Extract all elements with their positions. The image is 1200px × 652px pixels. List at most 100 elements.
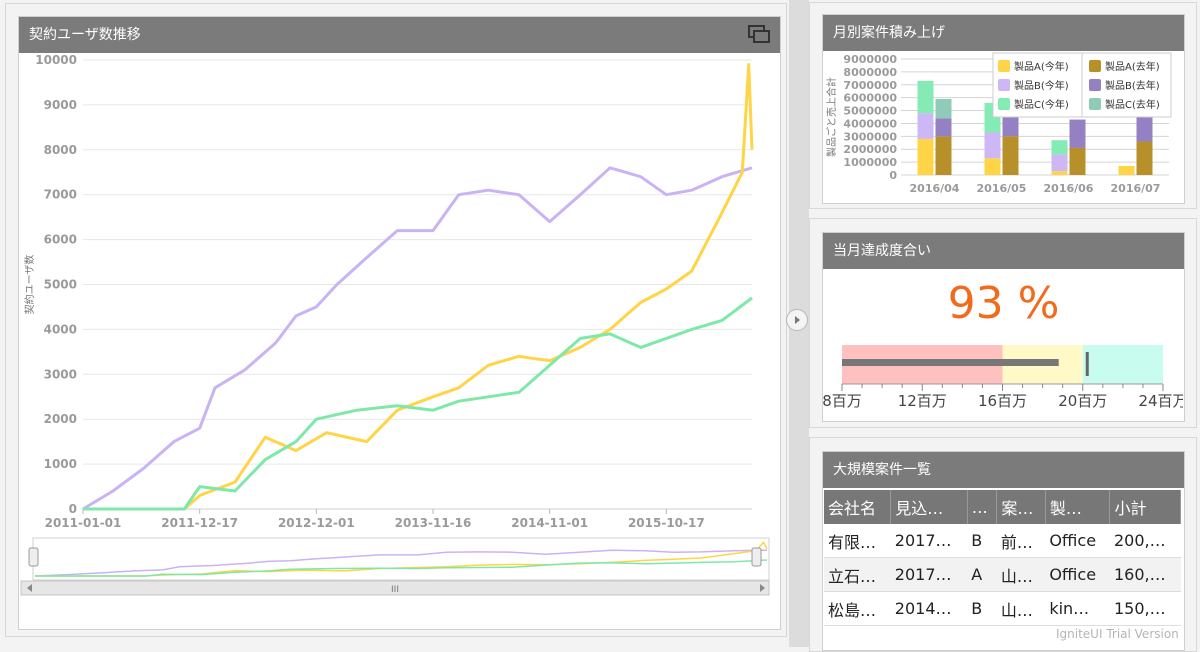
bar-panel-header: 月別案件積み上げ bbox=[823, 15, 1184, 51]
gauge-panel-title: 当月達成度合い bbox=[833, 243, 931, 259]
x-tick-label: 2011-01-01 bbox=[45, 516, 122, 530]
y-tick-label: 5000 bbox=[44, 278, 77, 292]
zoom-handle-left[interactable] bbox=[28, 547, 39, 567]
y-tick-label: 0 bbox=[889, 169, 897, 182]
x-tick-label: 2011-12-17 bbox=[161, 516, 238, 530]
legend-label: 製品C(去年) bbox=[1105, 98, 1160, 111]
legend-swatch bbox=[998, 79, 1010, 91]
table-cell: 山… bbox=[996, 557, 1046, 592]
zoom-handle-right[interactable] bbox=[751, 547, 762, 567]
bar-segment bbox=[917, 80, 934, 114]
y-tick-label: 10000 bbox=[35, 53, 77, 67]
y-tick-label: 4000000 bbox=[843, 117, 897, 130]
column-header[interactable]: 小計 bbox=[1109, 490, 1181, 524]
x-tick-label: 2016/05 bbox=[977, 182, 1027, 195]
bullet-target-marker bbox=[1085, 352, 1089, 376]
bar-segment bbox=[917, 113, 934, 139]
y-tick-label: 9000 bbox=[44, 98, 77, 112]
table-row[interactable]: 立石… 2017… A 山… Office 160,… bbox=[824, 557, 1181, 592]
y-tick-label: 3000000 bbox=[843, 130, 897, 143]
bar-segment bbox=[984, 158, 1001, 175]
bar-segment bbox=[935, 98, 952, 119]
grid-body: 有限… 2017… B 前… Office 200,… 立石… 2017… A 山… Office 1… bbox=[824, 524, 1181, 626]
table-row[interactable]: 松島… 2014… B 山… kin… 150,… bbox=[824, 591, 1181, 626]
table-cell: 有限… bbox=[824, 524, 891, 558]
zoombar-preview bbox=[32, 537, 770, 581]
bar-segment bbox=[1051, 171, 1068, 175]
y-tick-label: 5000000 bbox=[843, 105, 897, 118]
column-header[interactable]: 会社名 bbox=[824, 490, 892, 524]
panel-header: 契約ユーザ数推移 bbox=[19, 17, 780, 53]
legend-swatch bbox=[1089, 60, 1101, 72]
bar-segment bbox=[1051, 154, 1068, 172]
achievement-percent: 93 % bbox=[947, 278, 1060, 329]
column-header[interactable]: … bbox=[967, 490, 998, 524]
stacked-bar-chart[interactable]: 9000000800000070000006000000500000040000… bbox=[823, 51, 1183, 203]
column-header[interactable]: 見込… bbox=[890, 490, 968, 524]
y-tick-label: 8000000 bbox=[843, 66, 897, 79]
legend-swatch bbox=[1089, 98, 1101, 110]
table-cell: B bbox=[967, 591, 997, 626]
bar-segment bbox=[917, 138, 934, 175]
table-cell: 2014… bbox=[890, 591, 968, 626]
bar-panel-title: 月別案件積み上げ bbox=[833, 25, 945, 41]
bar-segment bbox=[984, 132, 1001, 159]
bar-segment bbox=[935, 118, 952, 137]
table-cell: B bbox=[967, 524, 997, 558]
splitter-toggle-button[interactable] bbox=[786, 309, 808, 331]
table-cell: 150,… bbox=[1109, 591, 1181, 626]
table-cell: 2017… bbox=[890, 524, 968, 558]
x-tick-label: 2014-11-01 bbox=[511, 516, 588, 530]
legend-label: 製品C(今年) bbox=[1014, 98, 1069, 111]
y-tick-label: 8000 bbox=[44, 143, 77, 157]
legend-label: 製品A(今年) bbox=[1014, 60, 1069, 73]
y-tick-label: 6000000 bbox=[843, 92, 897, 105]
x-tick-label: 2016/04 bbox=[910, 182, 960, 195]
line-chart[interactable]: 1000090008000700060005000400030002000100… bbox=[19, 52, 779, 612]
column-header[interactable]: 製… bbox=[1045, 490, 1111, 524]
x-tick-label: 2016/07 bbox=[1111, 182, 1161, 195]
y-axis-title: 契約ユーザ数 bbox=[23, 255, 36, 315]
column-header[interactable]: 案… bbox=[996, 490, 1046, 524]
y-tick-label: 7000000 bbox=[843, 79, 897, 92]
y-tick-label: 1000 bbox=[44, 457, 77, 471]
large-deals-grid: 会社名 見込…… 案… 製… 小計 有限… 2017… B 前… Office 200,… 立石… 2… bbox=[824, 490, 1181, 626]
bar-segment bbox=[1051, 140, 1068, 155]
legend-label: 製品A(去年) bbox=[1105, 60, 1160, 73]
bar-segment bbox=[935, 136, 952, 175]
bullet-tick-label: 20百万 bbox=[1058, 392, 1107, 410]
y-axis-title: 製品ごと売上合計 bbox=[825, 77, 838, 157]
y-tick-label: 1000000 bbox=[843, 156, 897, 169]
bar-segment bbox=[1118, 165, 1135, 175]
table-row[interactable]: 有限… 2017… B 前… Office 200,… bbox=[824, 524, 1181, 558]
legend-swatch bbox=[998, 60, 1010, 72]
table-cell: 160,… bbox=[1109, 557, 1181, 592]
bullet-tick-label: 24百万 bbox=[1138, 392, 1183, 410]
bar-segment bbox=[1069, 119, 1086, 148]
maximize-icon[interactable] bbox=[748, 25, 770, 43]
bullet-graph: 8百万 12百万 16百万 20百万 24百万 bbox=[823, 345, 1183, 410]
y-tick-label: 6000 bbox=[44, 233, 77, 247]
x-tick-label: 2013-11-16 bbox=[395, 516, 472, 530]
y-tick-label: 7000 bbox=[44, 188, 77, 202]
table-cell: Office bbox=[1045, 557, 1110, 592]
trial-watermark: IgniteUI Trial Version bbox=[1056, 627, 1179, 641]
series-line-0 bbox=[82, 166, 753, 511]
y-tick-label: 2000000 bbox=[843, 143, 897, 156]
table-cell: 200,… bbox=[1109, 524, 1181, 558]
bullet-value-bar bbox=[842, 359, 1059, 366]
legend-swatch bbox=[998, 98, 1010, 110]
panel-title: 契約ユーザ数推移 bbox=[29, 27, 141, 43]
y-tick-label: 9000000 bbox=[843, 53, 897, 66]
table-cell: 2017… bbox=[890, 557, 968, 592]
table-cell: 松島… bbox=[824, 591, 891, 626]
y-tick-label: 4000 bbox=[44, 322, 77, 336]
x-tick-label: 2015-10-17 bbox=[628, 516, 705, 530]
bullet-tick-label: 16百万 bbox=[978, 392, 1027, 410]
x-tick-label: 2012-12-01 bbox=[278, 516, 355, 530]
table-cell: 立石… bbox=[824, 557, 891, 592]
table-cell: A bbox=[967, 557, 997, 592]
y-tick-label: 2000 bbox=[44, 412, 77, 426]
legend-swatch bbox=[1089, 79, 1101, 91]
table-cell: 前… bbox=[996, 524, 1046, 558]
